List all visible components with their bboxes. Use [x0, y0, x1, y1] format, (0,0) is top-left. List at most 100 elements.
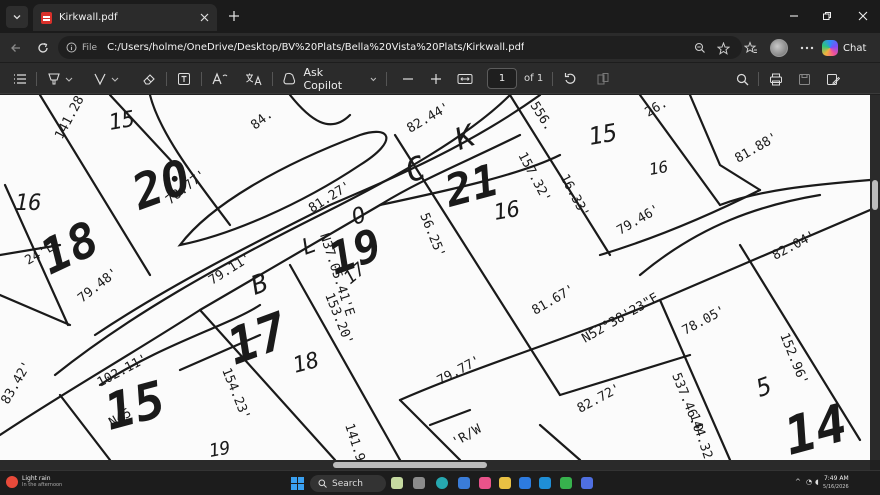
taskbar-search[interactable]: Search [310, 475, 386, 492]
weather-icon [6, 476, 18, 488]
ask-copilot-button[interactable]: Ask Copilot [282, 66, 378, 92]
tab-kirkwall[interactable]: Kirkwall.pdf [33, 4, 217, 31]
favorite-button[interactable] [715, 40, 731, 56]
edge-browser-icon[interactable] [436, 477, 448, 489]
highlight-button[interactable] [44, 69, 78, 89]
dimension-label: 82.04' [770, 228, 819, 263]
dimension-label: 16.33' [556, 172, 591, 221]
plat-drawing: 151616151718151651918201921171514CKBLO14… [0, 95, 870, 460]
toolbar-divider [758, 72, 759, 86]
start-button[interactable] [291, 477, 304, 490]
save-button[interactable] [793, 69, 815, 89]
close-tab-button[interactable] [197, 10, 211, 24]
dimension-label: 141.28' [52, 95, 91, 142]
add-text-button[interactable] [173, 69, 195, 89]
messaging-app-icon[interactable] [560, 477, 572, 489]
zoom-button[interactable] [692, 40, 708, 56]
zoom-in-button[interactable] [426, 69, 446, 89]
close-icon [200, 13, 208, 21]
save-as-button[interactable] [822, 69, 844, 89]
restore-button[interactable] [813, 5, 841, 27]
rotate-button[interactable] [559, 69, 581, 89]
dimension-label: 84. [248, 107, 276, 133]
windows-logo-icon [298, 484, 304, 490]
weather-widget[interactable]: Light rain In the afternoon [6, 475, 62, 489]
vertical-scroll-thumb[interactable] [872, 180, 878, 210]
pdf-page[interactable]: 151616151718151651918201921171514CKBLO14… [0, 95, 870, 460]
tray-overflow-icon[interactable]: ^ [795, 478, 801, 486]
close-window-button[interactable] [849, 5, 877, 27]
store-app-icon[interactable] [539, 477, 551, 489]
windows-logo-icon [291, 484, 297, 490]
mail-app-icon[interactable] [519, 477, 531, 489]
plat-line [428, 408, 472, 427]
dimension-label: 56.25' [416, 211, 448, 260]
profile-button[interactable] [768, 37, 790, 59]
back-button[interactable] [5, 37, 27, 59]
print-button[interactable] [765, 69, 787, 89]
zoom-out-button[interactable] [398, 69, 418, 89]
handwritten-lot-number: 17 [219, 301, 295, 376]
task-view-icon[interactable] [413, 477, 425, 489]
widgets-icon[interactable] [391, 477, 403, 489]
draw-button[interactable] [90, 69, 124, 89]
lot-number: 16 [15, 191, 42, 216]
tab-actions-button[interactable] [6, 6, 28, 28]
weather-condition: Light rain [22, 475, 51, 482]
plus-icon [431, 74, 441, 84]
copilot-chat-button[interactable]: Chat [822, 37, 866, 59]
toolbar-divider [36, 72, 37, 86]
page-view-button[interactable] [592, 69, 614, 89]
dimension-label: 82.72' [575, 381, 624, 416]
rotate-icon [564, 73, 576, 84]
translate-icon [246, 73, 262, 86]
contents-button[interactable] [10, 69, 30, 89]
fit-page-button[interactable] [454, 69, 476, 89]
lot-number: 15 [586, 118, 619, 151]
toolbar-divider [272, 72, 273, 86]
lot-number: 19 [207, 437, 232, 460]
settings-more-button[interactable] [796, 37, 818, 59]
network-icon[interactable]: ◔ [806, 478, 812, 486]
clock-time: 7:49 AM [823, 475, 849, 482]
taskbar-clock[interactable]: 7:49 AM 5/16/2026 [823, 474, 849, 492]
refresh-button[interactable] [32, 37, 54, 59]
vertical-scrollbar[interactable] [870, 95, 880, 460]
find-button[interactable] [731, 69, 753, 89]
chevron-down-icon [13, 15, 21, 20]
plat-line [288, 95, 352, 126]
favorites-button[interactable] [740, 37, 762, 59]
dimension-label: 141.99' [341, 422, 372, 460]
minimize-button[interactable] [780, 5, 808, 27]
copilot-app-icon[interactable] [458, 477, 470, 489]
read-aloud-button[interactable] [209, 69, 231, 89]
settings-app-icon[interactable] [581, 477, 593, 489]
read-aloud-icon [212, 72, 228, 85]
page-number-input[interactable]: 1 [487, 68, 517, 89]
dimension-label: 82.44' [405, 100, 453, 136]
horizontal-scroll-thumb[interactable] [333, 462, 487, 468]
lot-number: 5 [752, 371, 775, 402]
fit-width-icon [457, 74, 473, 84]
pdf-toolbar: Ask Copilot 1 of 1 [0, 62, 880, 94]
plat-line [398, 398, 462, 460]
lot-number: 16 [647, 157, 669, 179]
lot-number: 15 [107, 107, 137, 136]
favorites-star-icon [744, 41, 757, 54]
translate-button[interactable] [243, 69, 265, 89]
highlighter-icon [48, 73, 73, 85]
file-explorer-icon[interactable] [499, 477, 511, 489]
minus-icon [403, 78, 413, 80]
photos-app-icon[interactable] [479, 477, 491, 489]
taskbar-search-label: Search [332, 478, 363, 489]
dimension-label: 'R/W [450, 422, 485, 451]
eraser-icon [143, 74, 155, 85]
new-tab-button[interactable] [225, 7, 243, 25]
address-bar[interactable]: File C:/Users/holme/OneDrive/Desktop/BV%… [58, 36, 742, 59]
horizontal-scrollbar[interactable] [0, 460, 870, 470]
close-icon [858, 11, 868, 21]
clock-date: 5/16/2026 [823, 484, 849, 490]
dimension-label: 79.46' [615, 202, 663, 238]
erase-button[interactable] [138, 69, 160, 89]
volume-icon[interactable]: ◖ [815, 478, 819, 486]
